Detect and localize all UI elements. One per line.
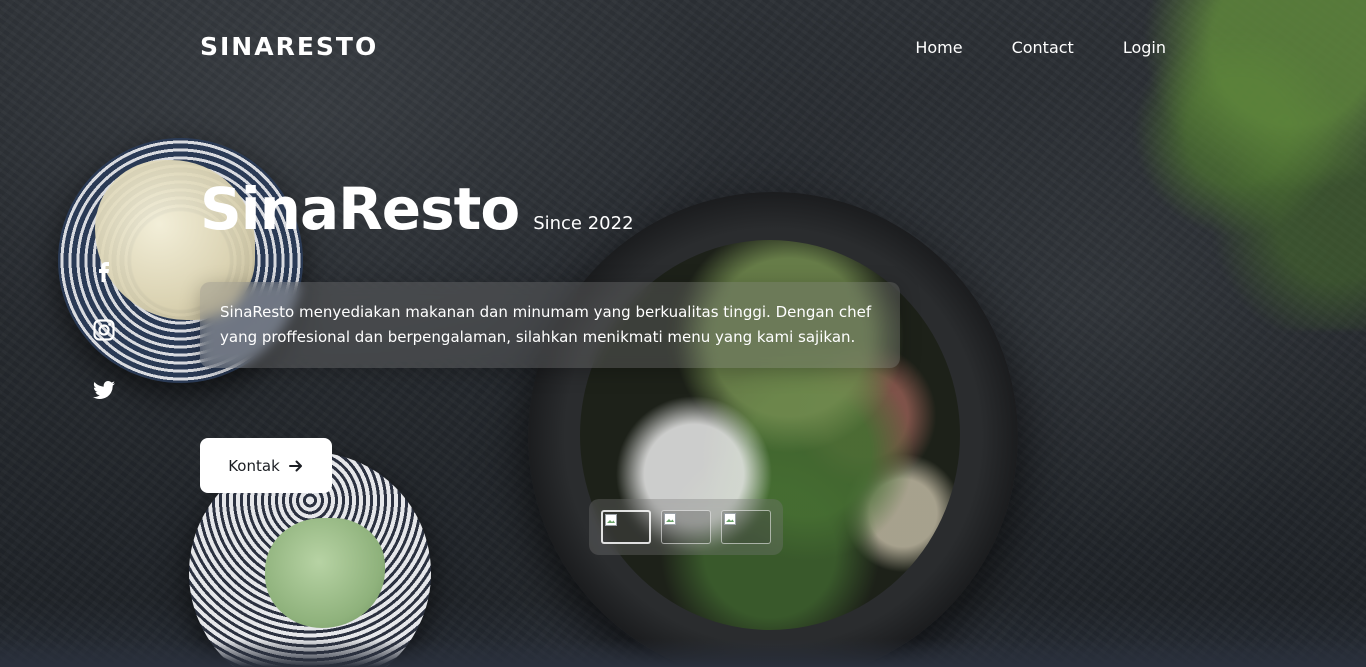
main-nav: Home Contact Login [915,38,1166,57]
broken-image-icon [724,513,736,525]
arrow-right-icon [288,460,302,471]
facebook-icon [99,262,109,282]
broken-image-icon [605,514,617,526]
hero-title: SinaResto [200,175,520,243]
nav-link-home[interactable]: Home [915,38,962,57]
nav-link-contact[interactable]: Contact [1012,38,1074,57]
brand-logo[interactable]: SINARESTO [200,32,378,61]
hero-description: SinaResto menyediakan makanan dan minuma… [200,282,900,368]
instagram-icon [93,319,115,341]
twitter-icon [93,381,115,400]
hero-section: SINARESTO Home Contact Login SinaResto S [0,0,1366,667]
nav-link-login[interactable]: Login [1123,38,1166,57]
hero-headline: SinaResto Since 2022 [200,175,634,243]
hero-since: Since 2022 [533,213,634,234]
social-links [90,258,118,402]
instagram-link[interactable] [92,318,116,342]
kontak-button[interactable]: Kontak [200,438,332,493]
bottom-fade [0,639,1366,667]
facebook-link[interactable] [92,258,116,282]
twitter-link[interactable] [92,378,116,402]
kontak-button-label: Kontak [228,456,280,475]
thumbnail-3[interactable] [721,510,771,544]
broken-image-icon [664,513,676,525]
thumbnail-1[interactable] [601,510,651,544]
thumbnail-2[interactable] [661,510,711,544]
image-thumbnails [589,499,783,555]
